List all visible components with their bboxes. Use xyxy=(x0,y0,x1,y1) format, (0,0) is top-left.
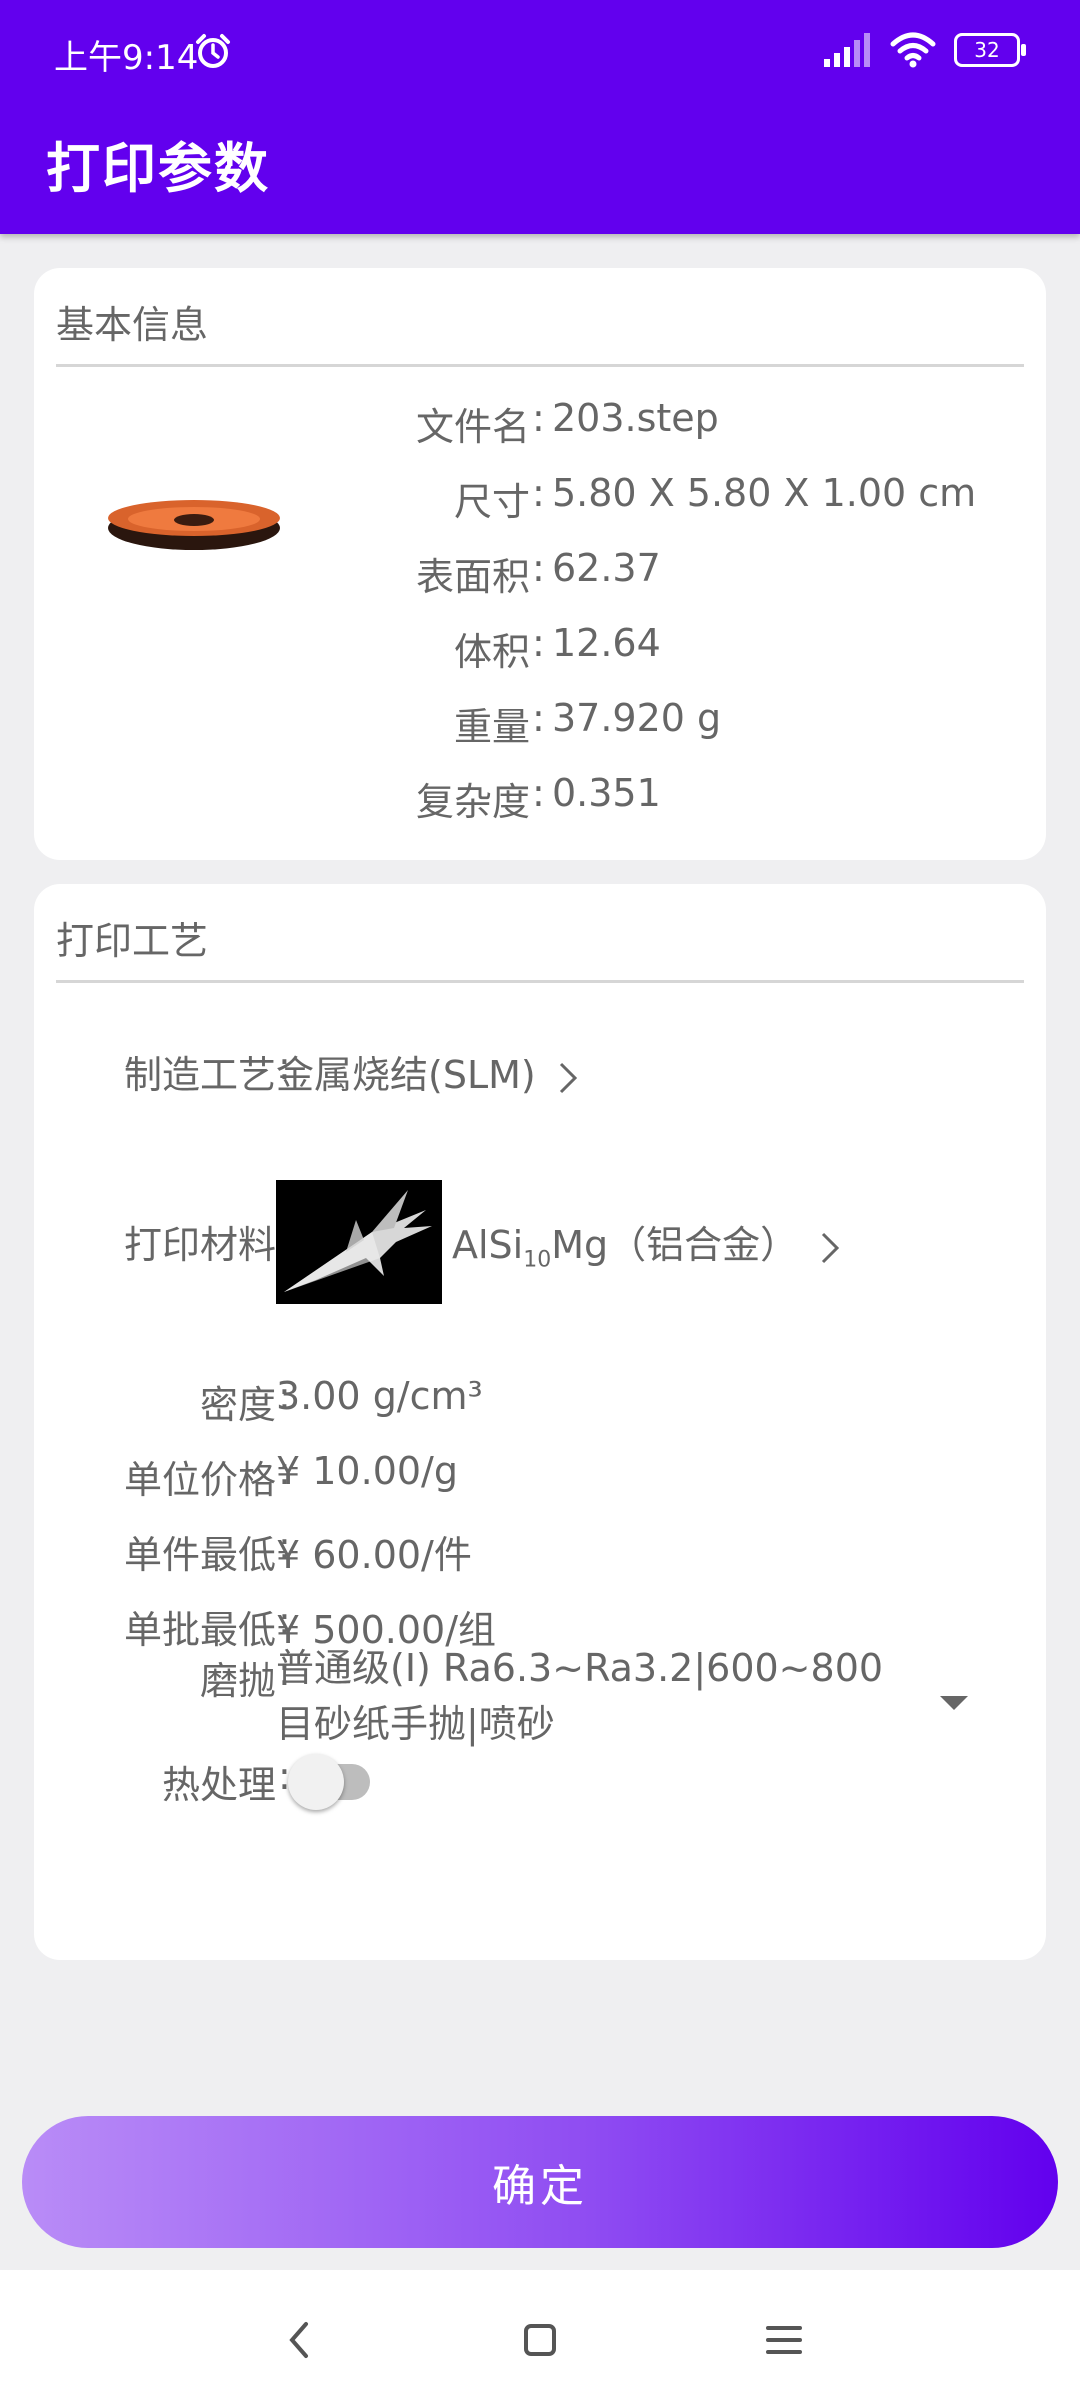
unit-price-label: 单位价格 xyxy=(123,1458,276,1502)
info-row-weight: 重量 : 37.920 g xyxy=(453,696,722,749)
heat-treatment-switch[interactable] xyxy=(288,1754,376,1810)
process-value: 金属烧结(SLM) xyxy=(276,1053,536,1097)
page-title: 打印参数 xyxy=(46,137,270,200)
info-value: 0.351 xyxy=(552,771,661,815)
process-label: 制造工艺 xyxy=(123,1053,276,1097)
min-piece-label: 单件最低 xyxy=(123,1533,276,1577)
material-name: AlSi10Mg（铝合金） xyxy=(452,1223,799,1273)
material-thumbnail[interactable] xyxy=(276,1180,442,1304)
info-label: 体积 xyxy=(453,630,530,674)
info-row-volume: 体积 : 12.64 xyxy=(453,621,661,674)
battery-icon: 32 xyxy=(954,33,1026,67)
basic-info-card: 基本信息 文件名 : 203.step 尺寸 : 5.80 X 5.80 X 1… xyxy=(34,268,1046,860)
polish-value: 普通级(I) Ra6.3~Ra3.2|600~800目砂纸手抛|喷砂 xyxy=(276,1646,884,1746)
switch-thumb xyxy=(288,1754,344,1810)
divider xyxy=(56,980,1024,983)
info-value: 62.37 xyxy=(552,546,661,590)
info-label: 复杂度 xyxy=(415,780,530,824)
info-row-surface-area: 表面积 : 62.37 xyxy=(415,546,661,599)
chevron-right-icon xyxy=(822,1232,840,1263)
info-label: 重量 xyxy=(453,705,530,749)
app-header: 上午9:14 32 打印参数 xyxy=(0,0,1080,234)
material-label: 打印材料 xyxy=(123,1223,276,1267)
print-process-card: 打印工艺 制造工艺 : 金属烧结(SLM) 打印材料 : AlSi10Mg（铝合… xyxy=(34,884,1046,1960)
divider xyxy=(56,364,1024,367)
alarm-icon xyxy=(196,34,230,68)
density-value: 3.00 g/cm³ xyxy=(276,1374,483,1418)
info-label: 文件名 xyxy=(415,405,530,449)
info-label: 表面积 xyxy=(415,555,530,599)
polish-label: 磨抛 xyxy=(199,1659,276,1703)
info-value: 37.920 g xyxy=(552,696,722,740)
info-label: 尺寸 xyxy=(453,480,530,524)
dropdown-arrow-icon[interactable] xyxy=(940,1696,968,1710)
confirm-button[interactable]: 确定 xyxy=(22,2116,1058,2248)
info-value: 203.step xyxy=(552,396,719,440)
density-label: 密度 xyxy=(199,1383,276,1427)
min-piece-value: ¥ 60.00/件 xyxy=(276,1533,472,1577)
unit-price-value: ¥ 10.00/g xyxy=(276,1449,458,1493)
signal-icon xyxy=(824,33,870,67)
info-row-size: 尺寸 : 5.80 X 5.80 X 1.00 cm xyxy=(453,471,977,524)
info-row-filename: 文件名 : 203.step xyxy=(415,396,719,449)
info-row-complexity: 复杂度 : 0.351 xyxy=(415,771,661,824)
status-time: 上午9:14 xyxy=(54,38,199,78)
info-value: 12.64 xyxy=(552,621,661,665)
back-icon[interactable] xyxy=(270,2310,330,2370)
info-value: 5.80 X 5.80 X 1.00 cm xyxy=(552,471,977,515)
heat-treatment-label: 热处理 xyxy=(161,1763,276,1807)
battery-level: 32 xyxy=(974,38,1000,62)
chevron-right-icon xyxy=(559,1062,577,1093)
wifi-icon xyxy=(890,32,936,68)
system-nav-bar xyxy=(0,2270,1080,2400)
print-process-title: 打印工艺 xyxy=(56,919,209,963)
basic-info-title: 基本信息 xyxy=(56,303,209,347)
polish-select[interactable]: 磨抛 : 普通级(I) Ra6.3~Ra3.2|600~800目砂纸手抛|喷砂 xyxy=(34,1640,1046,1760)
home-icon[interactable] xyxy=(510,2310,570,2370)
menu-icon[interactable] xyxy=(754,2310,814,2370)
